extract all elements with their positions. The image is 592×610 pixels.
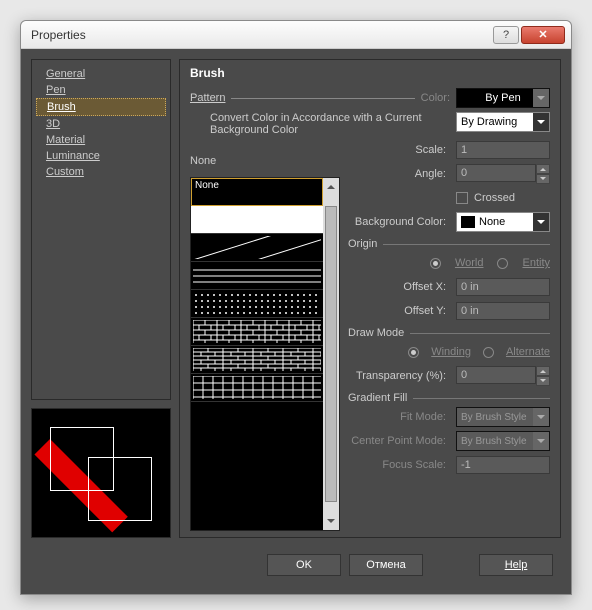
winding-label: Winding	[431, 346, 471, 358]
crossed-checkbox[interactable]	[456, 192, 468, 204]
pattern-label: Pattern	[190, 92, 225, 104]
origin-world-radio[interactable]	[430, 258, 441, 269]
alternate-radio[interactable]	[483, 347, 494, 358]
offset-x-label: Offset X:	[348, 281, 450, 293]
pattern-item[interactable]	[191, 374, 323, 402]
scale-label: Scale:	[348, 144, 450, 156]
ok-button[interactable]: OK	[267, 554, 341, 576]
alternate-label: Alternate	[506, 346, 550, 358]
origin-entity-label: Entity	[522, 257, 550, 269]
focus-input[interactable]: -1	[456, 456, 550, 474]
scroll-down-icon[interactable]	[323, 516, 339, 530]
offset-y-label: Offset Y:	[348, 305, 450, 317]
pattern-item[interactable]	[191, 318, 323, 346]
nav-general[interactable]: General	[36, 66, 166, 82]
pattern-item[interactable]	[191, 262, 323, 290]
window-title: Properties	[31, 28, 491, 42]
color-label: Color:	[421, 92, 450, 104]
nav-pen[interactable]: Pen	[36, 82, 166, 98]
nav-custom[interactable]: Custom	[36, 164, 166, 180]
chevron-down-icon	[533, 408, 549, 426]
nav-brush[interactable]: Brush	[36, 98, 166, 116]
pattern-item[interactable]	[191, 346, 323, 374]
category-list: General Pen Brush 3D Material Luminance …	[31, 59, 171, 400]
pattern-item[interactable]	[191, 290, 323, 318]
pattern-scrollbar[interactable]	[323, 178, 339, 530]
help-button[interactable]: Help	[479, 554, 553, 576]
offset-x-input[interactable]: 0 in	[456, 278, 550, 296]
nav-luminance[interactable]: Luminance	[36, 148, 166, 164]
fitmode-dropdown[interactable]: By Brush Style	[456, 407, 550, 427]
pattern-item[interactable]	[191, 206, 323, 234]
dialog-content: General Pen Brush 3D Material Luminance …	[21, 49, 571, 594]
cancel-button[interactable]: Отмена	[349, 554, 423, 576]
convert-label: Convert Color in Accordance with a Curre…	[190, 112, 450, 136]
scroll-thumb[interactable]	[325, 206, 337, 502]
crossed-label: Crossed	[474, 192, 515, 204]
pattern-preview-label: None	[190, 139, 340, 177]
gradient-group-label: Gradient Fill	[348, 392, 407, 404]
origin-entity-radio[interactable]	[497, 258, 508, 269]
transparency-label: Transparency (%):	[348, 370, 450, 382]
origin-world-label: World	[455, 257, 484, 269]
properties-dialog: Properties ? ✕ General Pen Brush 3D Mate…	[20, 20, 572, 595]
bgcolor-label: Background Color:	[348, 216, 450, 228]
spin-down-icon[interactable]	[536, 174, 550, 184]
nav-material[interactable]: Material	[36, 132, 166, 148]
pattern-item[interactable]	[191, 234, 323, 262]
origin-group-label: Origin	[348, 238, 377, 250]
spin-down-icon[interactable]	[536, 376, 550, 386]
transparency-spinner[interactable]: 0	[456, 366, 550, 386]
dialog-buttons: OK Отмена Help	[31, 546, 561, 584]
scale-input[interactable]: 1	[456, 141, 550, 159]
panel-heading: Brush	[190, 66, 550, 80]
fitmode-label: Fit Mode:	[348, 411, 450, 423]
winding-radio[interactable]	[408, 347, 419, 358]
chevron-down-icon	[533, 432, 549, 450]
angle-label: Angle:	[348, 168, 450, 180]
drawmode-group-label: Draw Mode	[348, 327, 404, 339]
preview-pane	[31, 408, 171, 538]
help-icon[interactable]: ?	[493, 26, 519, 44]
centermode-dropdown[interactable]: By Brush Style	[456, 431, 550, 451]
angle-spinner[interactable]: 0	[456, 164, 550, 184]
spin-up-icon[interactable]	[536, 366, 550, 376]
focus-label: Focus Scale:	[348, 459, 450, 471]
scroll-up-icon[interactable]	[323, 178, 339, 192]
bgcolor-dropdown[interactable]: None	[456, 212, 550, 232]
chevron-down-icon	[533, 89, 549, 107]
titlebar[interactable]: Properties ? ✕	[21, 21, 571, 49]
nav-3d[interactable]: 3D	[36, 116, 166, 132]
spin-up-icon[interactable]	[536, 164, 550, 174]
convert-dropdown[interactable]: By Drawing	[456, 112, 550, 132]
chevron-down-icon	[533, 113, 549, 131]
color-dropdown[interactable]: By Pen	[456, 88, 550, 108]
chevron-down-icon	[533, 213, 549, 231]
pattern-item-none[interactable]: None	[191, 178, 323, 206]
close-button[interactable]: ✕	[521, 26, 565, 44]
centermode-label: Center Point Mode:	[348, 435, 450, 447]
pattern-list[interactable]: None	[190, 177, 340, 531]
offset-y-input[interactable]: 0 in	[456, 302, 550, 320]
